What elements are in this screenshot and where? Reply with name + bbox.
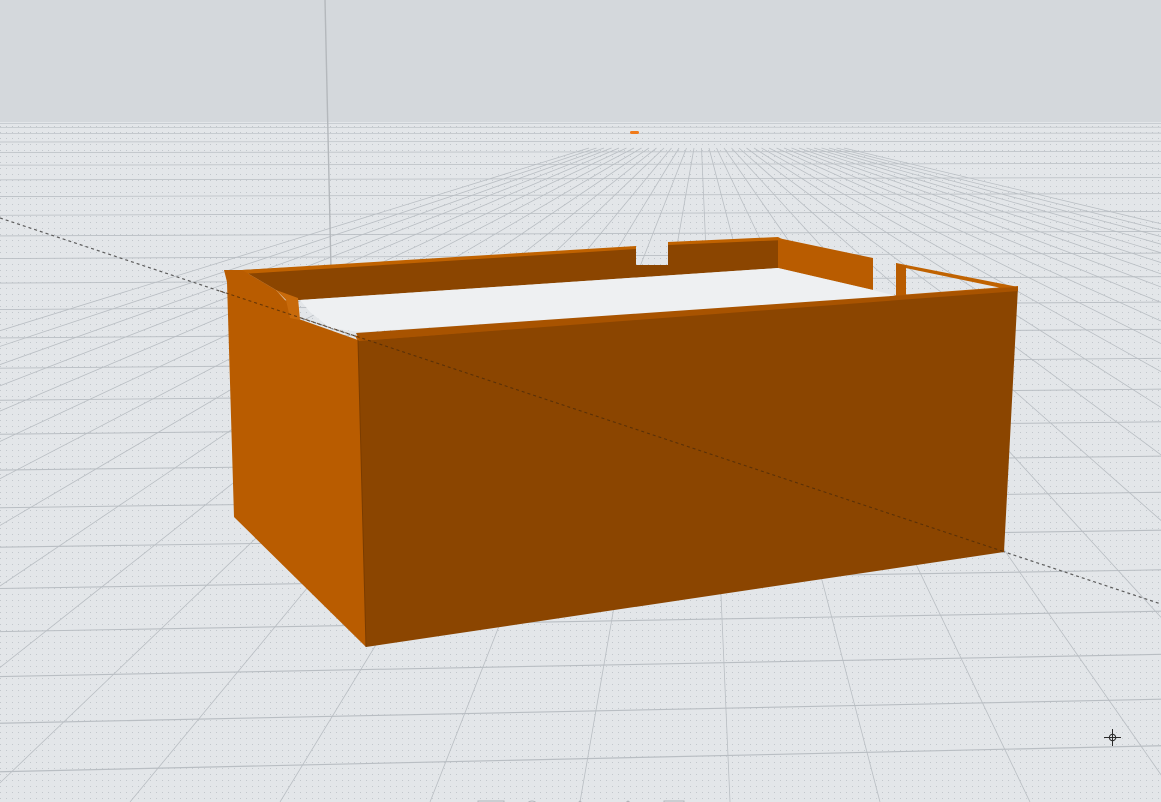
- box-right-inner-step: [896, 263, 906, 296]
- background-sky: [0, 0, 1161, 124]
- 3d-viewport[interactable]: [0, 0, 1161, 802]
- bottom-toolbar-peek[interactable]: [470, 792, 690, 802]
- origin-marker: [630, 131, 639, 134]
- scene-canvas[interactable]: [0, 0, 1161, 802]
- crosshair-cursor-icon: [1104, 729, 1121, 746]
